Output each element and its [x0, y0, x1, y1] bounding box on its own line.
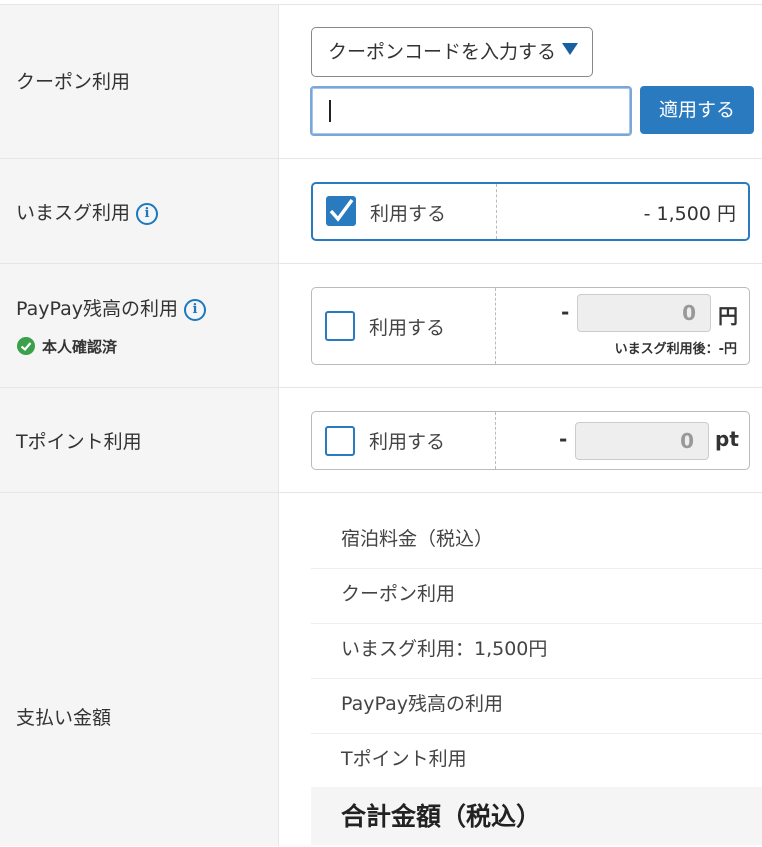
divider: [495, 412, 496, 469]
paypay-label: PayPay残高の利用: [16, 298, 178, 320]
tpoint-minus: -: [559, 427, 568, 451]
info-icon[interactable]: i: [183, 299, 206, 321]
paypay-row: PayPay残高の利用 i 本人確認済 利用する - 0 円 いまスグ利用後：-円: [0, 263, 762, 388]
imasugu-label-cell: いまスグ利用 i: [0, 159, 279, 264]
paypay-amount-input[interactable]: 0: [577, 294, 711, 332]
imasugu-row: いまスグ利用 i 利用する - 1,500 円: [0, 158, 762, 264]
tpoint-row: Tポイント利用 利用する - 0 pt: [0, 387, 762, 493]
imasugu-use-label: 利用する: [370, 203, 447, 225]
tpoint-label: Tポイント利用: [16, 431, 142, 453]
imasugu-label-wrap: いまスグ利用 i: [16, 198, 159, 225]
paypay-unit: 円: [718, 304, 738, 328]
verified-status: 本人確認済: [17, 336, 117, 357]
tpoint-use-label: 利用する: [369, 431, 446, 453]
payment-label-cell: 支払い金額: [0, 493, 279, 846]
paypay-use-label: 利用する: [369, 317, 446, 339]
tpoint-box: 利用する - 0 pt: [311, 411, 750, 470]
coupon-select[interactable]: クーポンコードを入力する: [311, 27, 593, 77]
price-line-room: 宿泊料金（税込）: [311, 522, 762, 569]
payment-form: クーポン利用 クーポンコードを入力する 適用する いまスグ利用 i 利用する -…: [0, 0, 762, 846]
paypay-label-wrap: PayPay残高の利用 i: [16, 294, 206, 321]
divider: [496, 184, 497, 239]
divider: [495, 288, 496, 364]
checkmark-icon: [329, 198, 354, 222]
payment-label: 支払い金額: [16, 707, 112, 729]
price-line-imasugu: いまスグ利用：1,500円: [311, 624, 762, 679]
coupon-select-value: クーポンコードを入力する: [328, 41, 557, 63]
paypay-note: いまスグ利用後：-円: [614, 342, 737, 357]
price-line-tpoint: Tポイント利用: [341, 748, 467, 770]
text-cursor: [329, 100, 331, 122]
imasugu-box: 利用する - 1,500 円: [311, 182, 750, 241]
paypay-label-cell: PayPay残高の利用 i 本人確認済: [0, 264, 279, 388]
price-line-coupon: クーポン利用: [311, 569, 762, 624]
coupon-row: クーポン利用 クーポンコードを入力する 適用する: [0, 4, 762, 159]
imasugu-label: いまスグ利用: [16, 202, 131, 224]
imasugu-amount: - 1,500 円: [643, 203, 736, 225]
tpoint-amount-input[interactable]: 0: [575, 422, 709, 460]
chevron-down-icon: [562, 43, 578, 55]
total-amount-label: 合計金額（税込）: [311, 787, 762, 845]
info-icon[interactable]: i: [136, 203, 159, 225]
coupon-label-cell: クーポン利用: [0, 5, 279, 159]
imasugu-checkbox[interactable]: [326, 196, 356, 226]
coupon-code-input[interactable]: [310, 86, 632, 136]
coupon-label: クーポン利用: [16, 71, 131, 93]
verified-label: 本人確認済: [42, 338, 118, 356]
paypay-checkbox[interactable]: [325, 311, 355, 341]
tpoint-label-cell: Tポイント利用: [0, 388, 279, 493]
tpoint-unit: pt: [715, 427, 739, 451]
paypay-box: 利用する - 0 円 いまスグ利用後：-円: [311, 287, 750, 365]
check-circle-icon: [17, 337, 35, 355]
paypay-minus: -: [561, 300, 570, 324]
apply-coupon-button[interactable]: 適用する: [640, 86, 754, 134]
price-line-paypay: PayPay残高の利用: [311, 679, 762, 734]
tpoint-checkbox[interactable]: [325, 426, 355, 456]
